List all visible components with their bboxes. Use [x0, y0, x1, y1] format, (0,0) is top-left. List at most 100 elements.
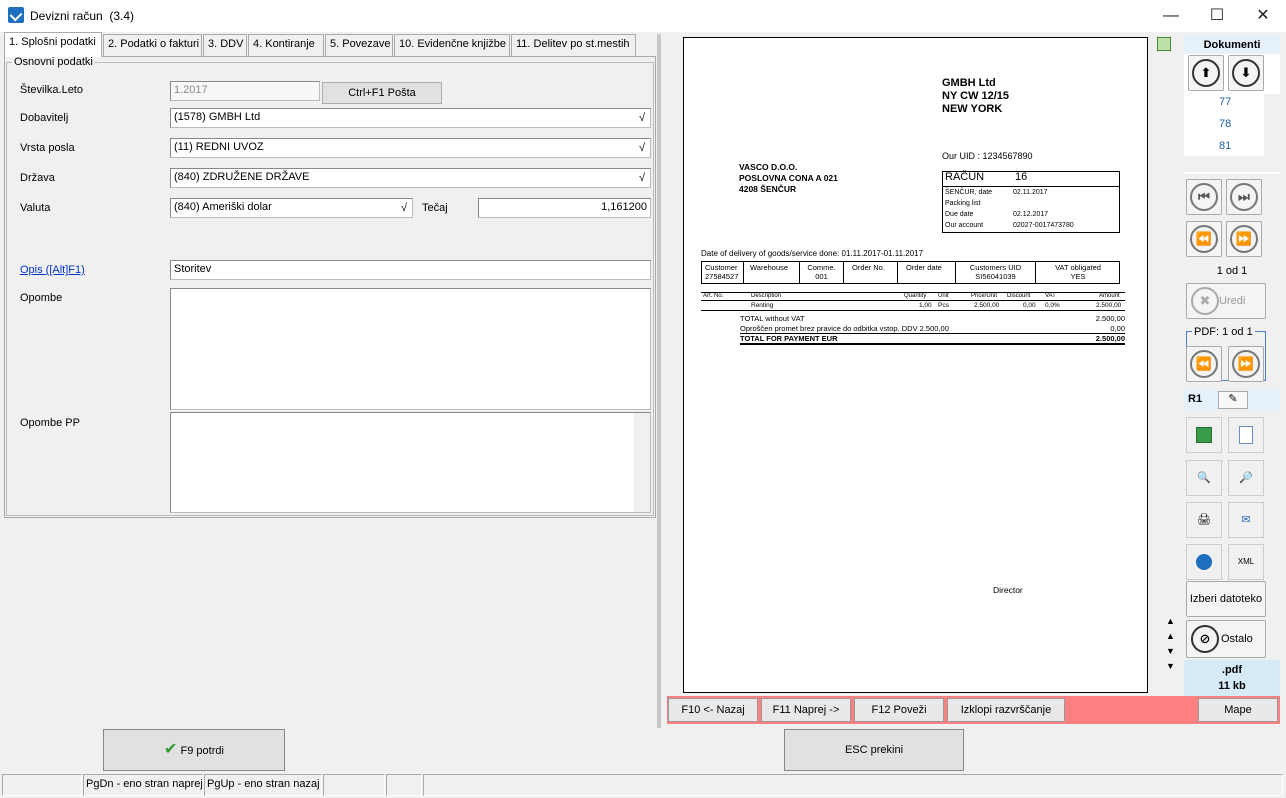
- tools-icon: ✖: [1191, 287, 1219, 315]
- tecaj-field[interactable]: 1,161200: [478, 198, 651, 218]
- f12-link-button[interactable]: F12 Poveži: [854, 698, 944, 722]
- valuta-field[interactable]: (840) Ameriški dolar √: [170, 198, 413, 218]
- our-uid: Our UID : 1234567890: [942, 151, 1033, 161]
- group-label: Osnovni podatki: [12, 56, 95, 68]
- minimize-button[interactable]: —: [1148, 0, 1194, 32]
- tab-splosni-podatki[interactable]: 1. Splošni podatki: [4, 32, 102, 57]
- cancel-button[interactable]: ESC prekini: [784, 729, 964, 771]
- move-down-button[interactable]: ⬇: [1228, 55, 1264, 91]
- last-icon: ⏭: [1230, 183, 1258, 211]
- settings-icon: ⊘: [1191, 625, 1219, 653]
- xml-icon[interactable]: XML: [1228, 544, 1264, 580]
- r1-label: R1: [1188, 393, 1203, 405]
- status-cell: [2, 774, 82, 796]
- list-item[interactable]: 77: [1219, 96, 1231, 108]
- document-preview: GMBH Ltd NY CW 12/15 NEW YORK Our UID : 12…: [683, 37, 1148, 693]
- izklopi-button[interactable]: Izklopi razvrščanje: [947, 698, 1065, 722]
- header-table: Customer 27584527 Warehouse Comme. 001 Ord…: [701, 261, 1120, 284]
- dropdown-check-icon[interactable]: √: [398, 201, 410, 215]
- invoice-box: RAČUN 16 ŠENČUR, date 02.11.2017 Packing l…: [942, 171, 1120, 233]
- previous-button[interactable]: ⏪: [1186, 221, 1222, 257]
- tab-kontiranje[interactable]: 4. Kontiranje: [248, 34, 324, 56]
- drzava-label: Država: [20, 172, 55, 184]
- mape-button[interactable]: Mape: [1198, 698, 1278, 722]
- eraser-icon[interactable]: ✎: [1218, 391, 1248, 409]
- fast-forward-icon: ⏩: [1232, 350, 1260, 378]
- pdf-next-button[interactable]: ⏩: [1228, 346, 1264, 382]
- sidebar-title: Dokumenti: [1184, 36, 1280, 54]
- email-icon[interactable]: ✉: [1228, 502, 1264, 538]
- tab-podatki-o-fakturi[interactable]: 2. Podatki o fakturi: [103, 34, 202, 56]
- dropdown-check-icon[interactable]: √: [636, 111, 648, 125]
- vrsta-field[interactable]: (11) REDNI UVOZ √: [170, 138, 651, 158]
- status-pgup: PgUp - eno stran nazaj: [204, 774, 322, 796]
- refresh-icon[interactable]: [1186, 544, 1222, 580]
- pdf-label: PDF: 1 od 1: [1192, 326, 1255, 338]
- opis-field[interactable]: Storitev: [170, 260, 651, 280]
- print-icon[interactable]: 🖨: [1186, 502, 1222, 538]
- tab-povezave[interactable]: 5. Povezave: [325, 34, 393, 56]
- opombe-pp-textarea[interactable]: [170, 412, 651, 513]
- splitter[interactable]: [657, 34, 661, 728]
- scrollbar[interactable]: [634, 413, 650, 512]
- drzava-field[interactable]: (840) ZDRUŽENE DRŽAVE √: [170, 168, 651, 188]
- horizontal-scrollbar[interactable]: [1184, 156, 1280, 172]
- maximize-button[interactable]: ☐: [1194, 0, 1240, 32]
- ostalo-button[interactable]: ⊘ Ostalo: [1186, 620, 1266, 658]
- last-button[interactable]: ⏭: [1226, 179, 1262, 215]
- posta-button[interactable]: Ctrl+F1 Pošta: [322, 82, 442, 104]
- status-pgdn: PgDn - eno stran naprej: [83, 774, 203, 796]
- director-label: Director: [993, 585, 1023, 595]
- next-button[interactable]: ⏩: [1226, 221, 1262, 257]
- status-cell: [423, 774, 1283, 796]
- list-scrollbar[interactable]: [1264, 94, 1280, 156]
- opombe-textarea[interactable]: [170, 288, 651, 410]
- close-button[interactable]: ✕: [1240, 0, 1286, 32]
- zoom-in-icon[interactable]: 🔍: [1186, 460, 1222, 496]
- confirm-button[interactable]: ✔ F9 potrdi: [103, 729, 285, 771]
- status-cell: [386, 774, 422, 796]
- vrsta-label: Vrsta posla: [20, 142, 75, 154]
- layout-toggle-icon[interactable]: [1157, 37, 1171, 51]
- function-bar: F10 <- Nazaj F11 Naprej -> F12 Poveži Iz…: [667, 696, 1280, 724]
- new-document-icon[interactable]: [1228, 417, 1264, 453]
- uredi-button[interactable]: ✖ Uredi: [1186, 283, 1266, 319]
- f10-back-button[interactable]: F10 <- Nazaj: [668, 698, 758, 722]
- buyer-block: VASCO D.O.O. POSLOVNA CONA A 021 4208 ŠENČ…: [739, 162, 838, 194]
- f11-forward-button[interactable]: F11 Naprej ->: [761, 698, 851, 722]
- document-list: 77 78 81: [1184, 94, 1280, 156]
- page-counter: 1 od 1: [1216, 265, 1248, 277]
- first-icon: ⏮: [1190, 183, 1218, 211]
- pdf-prev-button[interactable]: ⏪: [1186, 346, 1222, 382]
- tab-evidencne-knjizbe[interactable]: 10. Evidenčne knjižbe: [394, 34, 510, 56]
- delivery-text: Date of delivery of goods/service done: …: [701, 249, 924, 258]
- scroll-arrows[interactable]: ▲ ▲ ▼ ▼: [1166, 614, 1175, 674]
- title-bar: Devizni račun (3.4) — ☐ ✕: [0, 0, 1286, 32]
- zoom-out-icon[interactable]: 🔎: [1228, 460, 1264, 496]
- list-item[interactable]: 78: [1219, 118, 1231, 130]
- dobavitelj-label: Dobavitelj: [20, 112, 69, 124]
- list-view-icon[interactable]: [1186, 417, 1222, 453]
- dobavitelj-field[interactable]: (1578) GMBH Ltd √: [170, 108, 651, 128]
- tab-delitev[interactable]: 11. Delitev po st.mestih: [511, 34, 636, 56]
- tab-ddv[interactable]: 3. DDV: [203, 34, 247, 56]
- seller-block: GMBH Ltd NY CW 12/15 NEW YORK: [942, 77, 1010, 115]
- move-up-button[interactable]: ⬆: [1188, 55, 1224, 91]
- file-info: .pdf 11 kb: [1184, 660, 1280, 696]
- totals: TOTAL without VAT 2.500,00 Oproščen prome…: [740, 314, 1125, 345]
- app-icon: [8, 7, 24, 23]
- dropdown-check-icon[interactable]: √: [636, 171, 648, 185]
- list-item[interactable]: 81: [1219, 140, 1231, 152]
- opis-link[interactable]: Opis ([Alt]F1): [20, 264, 85, 276]
- stevilka-label: Številka.Leto: [20, 84, 83, 96]
- opombe-pp-label: Opombe PP: [20, 417, 80, 429]
- izberi-datoteko-button[interactable]: Izberi datoteko: [1186, 581, 1266, 617]
- dropdown-check-icon[interactable]: √: [636, 141, 648, 155]
- first-button[interactable]: ⏮: [1186, 179, 1222, 215]
- r1-bar: R1 ✎: [1184, 390, 1280, 410]
- stevilka-field[interactable]: 1.2017: [170, 81, 320, 101]
- rewind-icon: ⏪: [1190, 350, 1218, 378]
- item-row: Renting 1,00 Pcs 2.500,00 0,00 0,0% 2.50…: [701, 302, 1125, 311]
- window-title: Devizni račun (3.4): [30, 9, 135, 23]
- valuta-label: Valuta: [20, 202, 51, 214]
